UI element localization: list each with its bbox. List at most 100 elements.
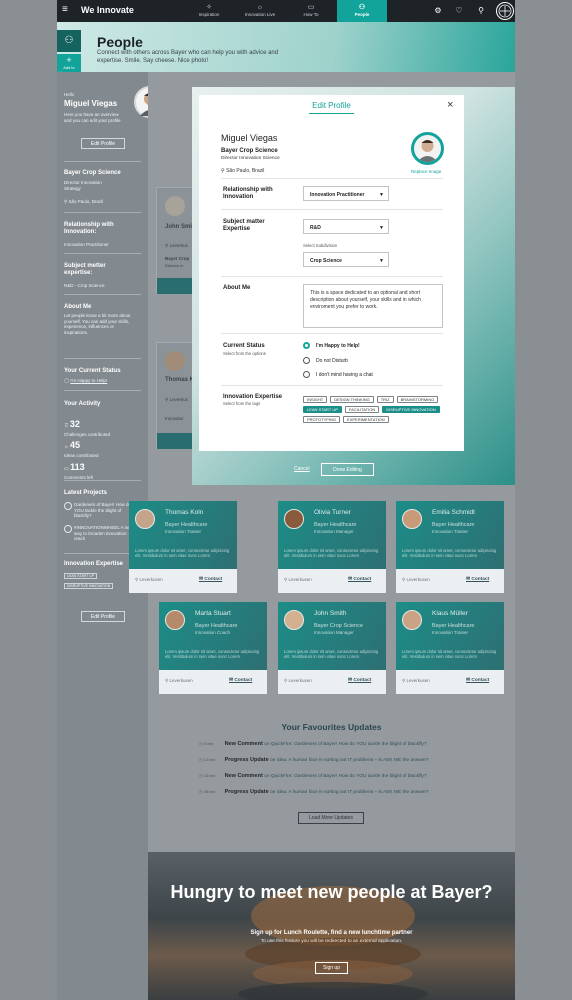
card-location: ⚲ Leverkusen: [135, 577, 163, 582]
expertise-tag-facilitation[interactable]: FACILITATION: [344, 406, 380, 413]
divider: [221, 209, 443, 210]
contact-link[interactable]: ✉ Contact: [229, 678, 252, 683]
modal-avatar[interactable]: [411, 132, 444, 165]
status-option-label: I'm Happy to Help!: [316, 343, 360, 349]
lightbulb-spark-icon: ✧: [206, 4, 212, 11]
expertise-tag-disruptive-innovation[interactable]: DISRUPTIVE INNOVATION: [382, 406, 440, 413]
avatar[interactable]: [284, 610, 304, 630]
bayer-logo[interactable]: [496, 2, 514, 20]
nav-tab-people[interactable]: ⚇ People: [337, 0, 387, 22]
settings-icon[interactable]: ⚙: [432, 5, 444, 17]
sme-select[interactable]: R&D ▼: [303, 219, 389, 234]
sign-up-button[interactable]: Sign up: [315, 962, 348, 974]
done-editing-button[interactable]: Done Editing: [321, 463, 374, 476]
expertise-tag-design-thinking[interactable]: DESIGN THINKING: [330, 396, 374, 403]
contact-link[interactable]: ✉ Contact: [348, 577, 371, 582]
card-company: Bayer Healthcare: [432, 522, 475, 528]
avatar[interactable]: [165, 610, 185, 630]
person-card[interactable]: Marta Stuart Bayer Healthcare Innovation…: [159, 602, 267, 694]
card-role: Innovation Trainer: [432, 630, 469, 635]
favourites-icon[interactable]: ♡: [453, 5, 465, 17]
status-radio-dnd[interactable]: [303, 357, 310, 364]
page-header-banner: ⚇ +Add to Homepage People Connect with o…: [57, 22, 515, 76]
status-radio-happy[interactable]: [303, 342, 310, 349]
avatar[interactable]: [402, 610, 422, 630]
location-pin-icon: ⚲: [165, 243, 169, 248]
about-heading: About Me: [64, 304, 92, 310]
edit-profile-button[interactable]: Edit Profile: [81, 138, 125, 149]
card-role: Innovation Coach: [195, 630, 231, 635]
avatar: [165, 196, 185, 216]
status-radio-chat[interactable]: [303, 371, 310, 378]
update-item[interactable]: ◷ 45 min Progress Update on Idea: A human…: [199, 789, 429, 795]
contact-link[interactable]: ✉ Contact: [466, 577, 489, 582]
avatar[interactable]: [135, 509, 155, 529]
status-label: Current Status: [223, 343, 265, 349]
load-more-updates-button[interactable]: Load More Updates: [298, 812, 364, 824]
divider: [64, 253, 141, 254]
project-icon: [64, 502, 72, 510]
divider: [64, 294, 141, 295]
contact-link[interactable]: ✉ Contact: [348, 678, 371, 683]
card-company: Bayer Healthcare: [195, 623, 238, 629]
activity-ideas: ☼ 45 Ideas contributed: [64, 440, 99, 458]
card-description: Lorem ipsum dolor sit amet, consectetur …: [284, 548, 379, 558]
card-company: Bayer Healthcare: [432, 623, 475, 629]
expertise-tag: DISRUPTIVE INNOVATION: [64, 583, 114, 589]
update-item[interactable]: ◷ 5 min New Comment on QuickFire: Gardene…: [199, 741, 427, 747]
search-icon[interactable]: ⚲: [475, 5, 487, 17]
avatar[interactable]: [284, 509, 304, 529]
cancel-button[interactable]: Cancel: [294, 466, 310, 472]
nav-tab-innovation-live[interactable]: ☼ Innovation Live: [235, 0, 285, 22]
close-icon[interactable]: ×: [447, 99, 453, 111]
update-item[interactable]: ◷ 12 min Progress Update on Idea: A human…: [199, 757, 429, 763]
relationship-select[interactable]: Innovation Practitioner ▼: [303, 186, 389, 201]
card-location: ⚲ Leverkus: [165, 397, 188, 402]
edit-profile-button-bottom[interactable]: Edit Profile: [81, 611, 125, 622]
nav-tab-how-to[interactable]: ▭ How To: [286, 0, 336, 22]
project-link-1[interactable]: Gardeners of Bayer! How do YOU tackle th…: [74, 502, 134, 519]
project-link-2[interactable]: #INNOVATIONWHEEL A new way to broaden in…: [74, 525, 134, 542]
page-title: People: [97, 34, 143, 50]
expertise-tag-experimentation[interactable]: EXPERIMENTATION: [343, 416, 389, 423]
person-card[interactable]: Olivia Turner Bayer Healthcare Innovatio…: [278, 501, 386, 593]
expertise-tag-lean-start-up[interactable]: LEAN START UP: [303, 406, 342, 413]
replace-image-link[interactable]: Replace Image: [411, 169, 441, 174]
expertise-tag-insight[interactable]: INSIGHT: [303, 396, 328, 403]
contact-link[interactable]: ✉ Contact: [199, 577, 222, 582]
divider: [64, 358, 141, 359]
relationship-label: Relationship with Innovation: [223, 187, 273, 200]
card-name[interactable]: Klaus Müller: [432, 610, 468, 617]
person-card[interactable]: Emilia Schmidt Bayer Healthcare Innovati…: [396, 501, 504, 593]
expertise-tag-triz[interactable]: TRIZ: [376, 396, 394, 403]
lunch-title: Hungry to meet new people at Bayer?: [170, 882, 493, 902]
sidebar-intro: Here you have an overview and you can ed…: [64, 112, 121, 123]
expertise-heading: Innovation Expertise: [64, 561, 124, 567]
about-label: About Me: [223, 285, 251, 291]
sme-label: Subject matter Expertise: [223, 219, 265, 232]
about-textarea[interactable]: This is a space dedicated to an optional…: [303, 284, 443, 328]
card-name[interactable]: Emilia Schmidt: [432, 509, 475, 516]
card-name[interactable]: Marta Stuart: [195, 610, 231, 617]
hello-label: Hello: [64, 92, 75, 97]
avatar[interactable]: [402, 509, 422, 529]
card-location: ⚲ Leverkusen: [402, 678, 430, 683]
card-name[interactable]: John Smith: [314, 610, 347, 617]
expertise-tag-list: INSIGHT DESIGN THINKING TRIZ BRAINSTORMING L…: [303, 396, 448, 423]
hamburger-menu-icon[interactable]: ≡: [62, 5, 72, 15]
card-name[interactable]: Thomas Koln: [165, 509, 203, 516]
update-item[interactable]: ◷ 15 min New Comment on QuickFire: Garden…: [199, 773, 427, 779]
person-card[interactable]: John Smith Bayer Crop Science Innovation…: [278, 602, 386, 694]
activity-challenges: ♖ 32 Challenges contributed: [64, 419, 111, 437]
person-card[interactable]: Thomas Koln Bayer Healthcare Innovation …: [129, 501, 237, 593]
contact-link[interactable]: ✉ Contact: [466, 678, 489, 683]
card-location: ⚲ Leverkus: [165, 243, 188, 248]
card-name[interactable]: Olivia Turner: [314, 509, 351, 516]
nav-tab-inspiration[interactable]: ✧ Inspiration: [184, 0, 234, 22]
expertise-tag-prototyping[interactable]: PROTOTYPING: [303, 416, 341, 423]
brand-title[interactable]: We Innovate: [81, 5, 134, 15]
person-card[interactable]: Klaus Müller Bayer Healthcare Innovation…: [396, 602, 504, 694]
subdivision-select[interactable]: Crop Science ▼: [303, 252, 389, 267]
expertise-tag-brainstorming[interactable]: BRAINSTORMING: [396, 396, 439, 403]
modal-company: Bayer Crop Science: [221, 148, 278, 154]
